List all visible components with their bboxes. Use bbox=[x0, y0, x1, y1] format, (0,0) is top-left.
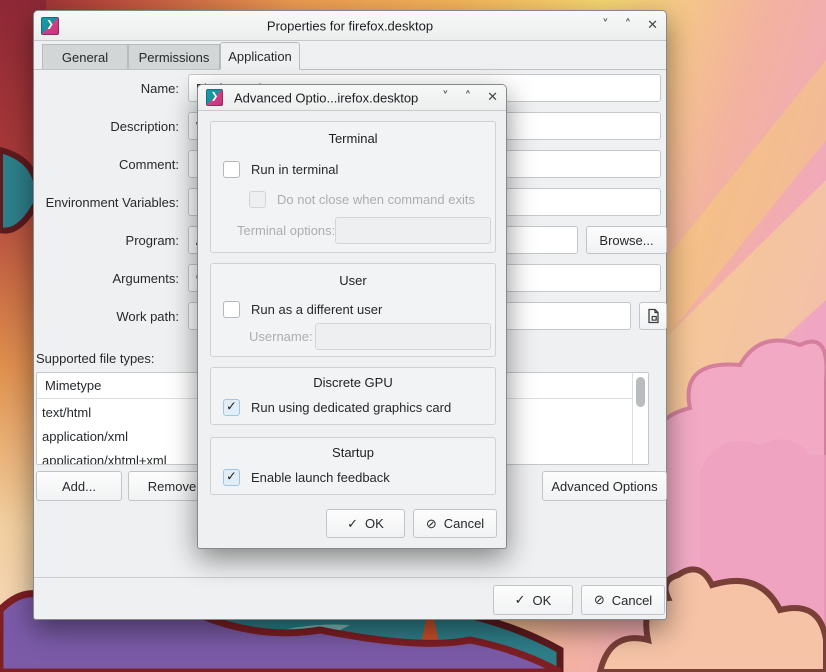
maximize-icon[interactable]: ˄ bbox=[625, 19, 632, 32]
startup-group: Startup ✓ Enable launch feedback bbox=[210, 437, 496, 495]
dedicated-graphics-checkbox[interactable]: ✓ bbox=[223, 399, 240, 416]
environment-variables-label: Environment Variables: bbox=[46, 195, 179, 210]
cancel-icon: ⊘ bbox=[594, 592, 605, 608]
arguments-label: Arguments: bbox=[113, 271, 179, 286]
table-scrollbar[interactable] bbox=[632, 373, 648, 464]
check-icon: ✓ bbox=[226, 399, 237, 414]
tab-application[interactable]: Application bbox=[220, 42, 300, 70]
discrete-gpu-group-title: Discrete GPU bbox=[211, 375, 495, 390]
maximize-icon[interactable]: ˄ bbox=[465, 91, 472, 104]
cancel-icon: ⊘ bbox=[426, 516, 437, 532]
discrete-gpu-group: Discrete GPU ✓ Run using dedicated graph… bbox=[210, 367, 496, 425]
workpath-label: Work path: bbox=[116, 309, 179, 324]
run-in-terminal-label: Run in terminal bbox=[251, 162, 338, 177]
ok-button[interactable]: ✓ OK bbox=[493, 585, 573, 615]
run-as-different-user-checkbox[interactable] bbox=[223, 301, 240, 318]
main-titlebar[interactable]: Properties for firefox.desktop ˅ ˄ ✕ bbox=[34, 11, 666, 41]
main-window-title: Properties for firefox.desktop bbox=[267, 18, 433, 33]
terminal-options-input[interactable] bbox=[335, 217, 491, 244]
close-icon[interactable]: ✕ bbox=[487, 91, 498, 104]
do-not-close-checkbox[interactable] bbox=[249, 191, 266, 208]
terminal-group: Terminal Run in terminal Do not close wh… bbox=[210, 121, 496, 253]
add-button[interactable]: Add... bbox=[36, 471, 122, 501]
app-icon bbox=[41, 17, 59, 35]
scrollbar-thumb[interactable] bbox=[636, 377, 645, 407]
run-in-terminal-checkbox[interactable] bbox=[223, 161, 240, 178]
startup-group-title: Startup bbox=[211, 445, 495, 460]
close-icon[interactable]: ✕ bbox=[647, 19, 658, 32]
terminal-options-label: Terminal options: bbox=[237, 223, 335, 238]
advanced-options-dialog: Advanced Optio...irefox.desktop ˅ ˄ ✕ Te… bbox=[197, 84, 507, 549]
user-group-title: User bbox=[211, 273, 495, 288]
username-input[interactable] bbox=[315, 323, 491, 350]
comment-label: Comment: bbox=[119, 157, 179, 172]
program-label: Program: bbox=[126, 233, 179, 248]
run-as-different-user-label: Run as a different user bbox=[251, 302, 382, 317]
minimize-icon[interactable]: ˅ bbox=[602, 19, 609, 32]
check-icon: ✓ bbox=[515, 592, 526, 608]
launch-feedback-checkbox[interactable]: ✓ bbox=[223, 469, 240, 486]
minimize-icon[interactable]: ˅ bbox=[442, 91, 449, 104]
check-icon: ✓ bbox=[347, 516, 358, 532]
browse-button[interactable]: Browse... bbox=[586, 226, 667, 254]
dialog-title: Advanced Optio...irefox.desktop bbox=[234, 90, 418, 105]
workpath-picker-button[interactable] bbox=[639, 302, 667, 330]
dedicated-graphics-label: Run using dedicated graphics card bbox=[251, 400, 451, 415]
check-icon: ✓ bbox=[226, 469, 237, 484]
cancel-button[interactable]: ⊘ Cancel bbox=[581, 585, 665, 615]
username-label: Username: bbox=[249, 329, 313, 344]
app-icon bbox=[206, 89, 223, 106]
user-group: User Run as a different user Username: bbox=[210, 263, 496, 357]
tab-bar: General Permissions Application bbox=[34, 41, 666, 70]
description-label: Description: bbox=[110, 119, 179, 134]
terminal-group-title: Terminal bbox=[211, 131, 495, 146]
dialog-titlebar[interactable]: Advanced Optio...irefox.desktop ˅ ˄ ✕ bbox=[198, 85, 506, 111]
button-separator bbox=[34, 577, 666, 578]
launch-feedback-label: Enable launch feedback bbox=[251, 470, 390, 485]
dialog-ok-button[interactable]: ✓ OK bbox=[326, 509, 405, 538]
tab-general[interactable]: General bbox=[42, 44, 128, 70]
supported-file-types-label: Supported file types: bbox=[36, 351, 155, 366]
document-open-icon bbox=[646, 308, 661, 324]
tab-permissions[interactable]: Permissions bbox=[128, 44, 220, 70]
advanced-options-button[interactable]: Advanced Options bbox=[542, 471, 667, 501]
name-label: Name: bbox=[141, 81, 179, 96]
do-not-close-label: Do not close when command exits bbox=[277, 192, 475, 207]
dialog-cancel-button[interactable]: ⊘ Cancel bbox=[413, 509, 497, 538]
